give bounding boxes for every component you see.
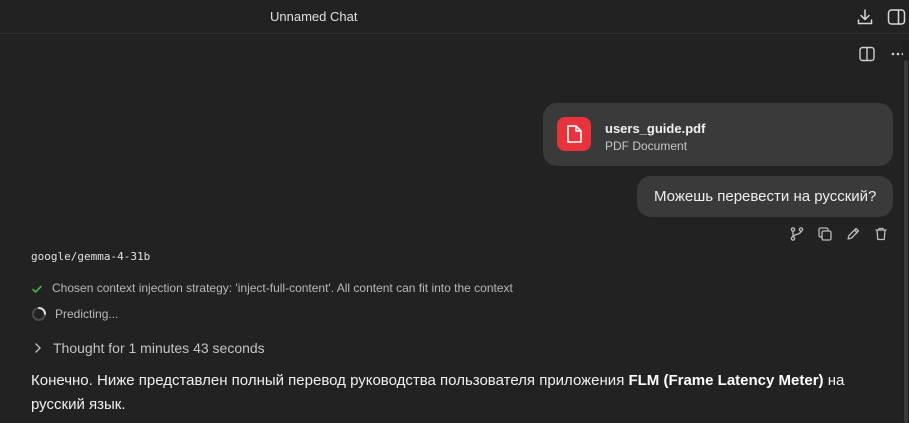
thought-label: Thought for 1 minutes 43 seconds xyxy=(53,340,265,356)
copy-icon[interactable] xyxy=(817,226,833,242)
delete-icon[interactable] xyxy=(873,226,889,242)
assistant-answer: Конечно. Ниже представлен полный перевод… xyxy=(31,369,871,417)
chevron-right-icon xyxy=(33,341,43,353)
sidebar-toggle-icon[interactable] xyxy=(886,7,906,27)
check-icon xyxy=(31,282,43,294)
answer-text: Конечно. Ниже представлен полный перевод… xyxy=(31,372,629,389)
attachment-type: PDF Document xyxy=(605,139,688,153)
title-bar: Unnamed Chat xyxy=(0,0,909,34)
split-view-icon[interactable] xyxy=(858,45,876,63)
context-status: Chosen context injection strategy: 'inje… xyxy=(52,281,513,295)
spinner-icon xyxy=(31,306,47,322)
attachment-name: users_guide.pdf xyxy=(605,121,706,136)
pdf-file-icon xyxy=(557,117,591,151)
user-message: Можешь перевести на русский? xyxy=(637,176,893,217)
branch-icon[interactable] xyxy=(789,226,805,242)
edit-icon[interactable] xyxy=(845,226,861,242)
model-name: google/gemma-4-31b xyxy=(31,250,151,263)
predicting-status: Predicting... xyxy=(55,307,119,321)
download-icon[interactable] xyxy=(855,7,875,27)
scrollbar-thumb[interactable] xyxy=(904,60,908,423)
answer-bold-text: FLM (Frame Latency Meter) xyxy=(628,372,824,389)
attachment-card[interactable]: users_guide.pdf PDF Document xyxy=(543,103,893,166)
chat-title: Unnamed Chat xyxy=(270,9,358,24)
